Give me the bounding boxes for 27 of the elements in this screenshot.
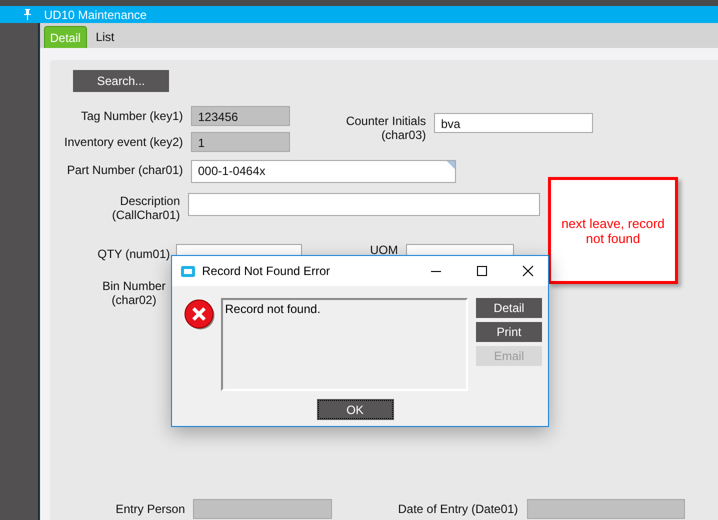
ok-button[interactable]: OK [318,400,392,419]
search-button[interactable]: Search... [73,70,169,92]
pin-icon[interactable] [23,9,32,20]
field-label: Bin Number (char02) [101,278,167,307]
window-title: UD10 Maintenance [44,8,147,22]
input-field[interactable] [188,193,540,216]
field-label: Counter Initials (char03) [344,113,426,142]
field-label: UOM [370,244,398,257]
close-icon[interactable] [522,265,534,277]
tab[interactable]: List [90,26,120,48]
dialog-title: Record Not Found Error [202,264,332,278]
maximize-icon[interactable] [476,265,488,277]
input-field[interactable]: 000-1-0464x [191,160,456,183]
field-label: Inventory event (key2) [63,134,183,149]
field-label: Entry Person [114,501,185,516]
field-label: Date of Entry (Date01) [398,501,518,516]
field-label: Part Number (char01) [66,162,183,177]
field-label: Description (CallChar01) [110,193,180,222]
error-message: Record not found. [225,302,320,316]
dialog-button[interactable]: Print [476,322,542,342]
field-label: Tag Number (key1) [80,108,183,123]
error-icon [184,299,216,331]
input-field[interactable]: bva [434,113,593,133]
dialog-button[interactable]: Detail [476,298,542,318]
note-text: next leave, record not found [560,216,666,246]
app-icon [181,266,195,276]
field-label: QTY (num01) [96,246,170,261]
